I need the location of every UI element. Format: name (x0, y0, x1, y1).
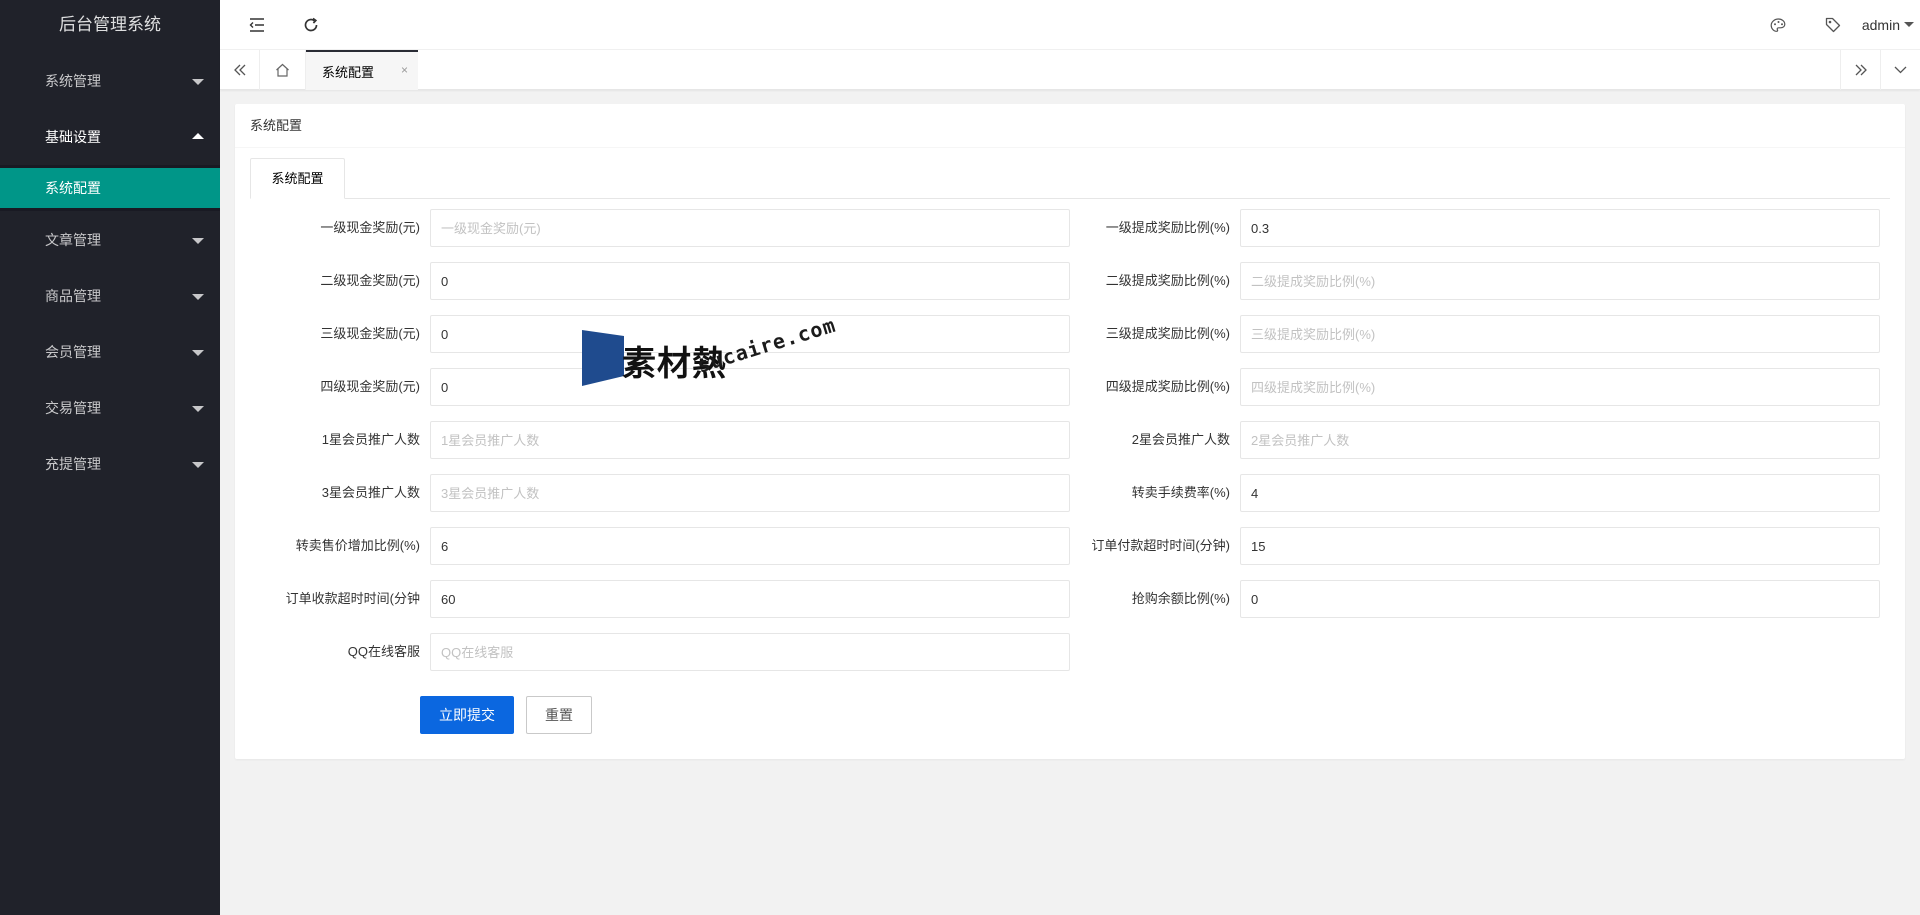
order-receipt-timeout-input[interactable] (430, 580, 1070, 618)
form-row: QQ在线客服 (235, 633, 1905, 671)
menu-fold-icon[interactable] (234, 0, 280, 50)
reset-button[interactable]: 重置 (526, 696, 592, 734)
order-payment-timeout-input[interactable] (1240, 527, 1880, 565)
level1-cash-reward-input[interactable] (430, 209, 1070, 247)
level4-commission-rate-input[interactable] (1240, 368, 1880, 406)
refresh-icon[interactable] (288, 0, 334, 50)
sidebar-submenu: 系统配置 (0, 165, 220, 211)
home-icon[interactable] (260, 50, 306, 90)
config-card: 系统配置 系统配置 一级现金奖励(元) 一级提成奖励比例(%) 二级现金奖励(元… (235, 104, 1905, 759)
level2-cash-reward-input[interactable] (430, 262, 1070, 300)
qq-support-input[interactable] (430, 633, 1070, 671)
field-label: 订单付款超时时间(分钟) (1091, 538, 1230, 553)
sidebar-item-label: 会员管理 (45, 344, 101, 360)
field-label: 2星会员推广人数 (1131, 432, 1230, 447)
star1-referral-count-input[interactable] (430, 421, 1070, 459)
sidebar-nav: 系统管理 基础设置 系统配置 文章管理 商品管理 会员管理 交易管理 充提管理 (0, 49, 220, 492)
star3-referral-count-input[interactable] (430, 474, 1070, 512)
close-icon[interactable]: × (401, 63, 408, 77)
sidebar-item-system[interactable]: 系统管理 (0, 53, 220, 109)
form-row: 二级现金奖励(元) 二级提成奖励比例(%) (235, 262, 1905, 300)
field-label: 1星会员推广人数 (321, 432, 420, 447)
caret-down-icon (192, 462, 204, 468)
sidebar-item-label: 基础设置 (45, 129, 101, 145)
field-label: QQ在线客服 (347, 644, 420, 659)
user-name: admin (1861, 17, 1900, 33)
field-label: 转卖售价增加比例(%) (295, 538, 420, 553)
chevron-down-icon[interactable] (1880, 50, 1920, 90)
caret-down-icon (192, 350, 204, 356)
sidebar-item-label: 充提管理 (45, 456, 101, 472)
page-tabs-bar: 系统配置 × (220, 50, 1920, 90)
form-row: 转卖售价增加比例(%) 订单付款超时时间(分钟) (235, 527, 1905, 565)
field-label: 三级提成奖励比例(%) (1105, 326, 1230, 341)
caret-up-icon (192, 133, 204, 139)
tab-system-config[interactable]: 系统配置 × (306, 50, 418, 90)
caret-down-icon (192, 406, 204, 412)
card-title: 系统配置 (235, 104, 1905, 148)
sidebar-item-deposit-withdraw[interactable]: 充提管理 (0, 436, 220, 492)
field-label: 一级现金奖励(元) (320, 220, 420, 235)
caret-down-icon (1904, 22, 1914, 27)
sidebar-item-transactions[interactable]: 交易管理 (0, 380, 220, 436)
form-row: 3星会员推广人数 转卖手续费率(%) (235, 474, 1905, 512)
field-label: 订单收款超时时间(分钟 (285, 591, 420, 606)
tag-icon[interactable] (1810, 0, 1856, 50)
sidebar-item-label: 系统管理 (45, 73, 101, 89)
level3-commission-rate-input[interactable] (1240, 315, 1880, 353)
caret-down-icon (192, 79, 204, 85)
field-label: 三级现金奖励(元) (320, 326, 420, 341)
sidebar-item-articles[interactable]: 文章管理 (0, 212, 220, 268)
form-row: 1星会员推广人数 2星会员推广人数 (235, 421, 1905, 459)
theme-palette-icon[interactable] (1755, 0, 1801, 50)
field-label: 3星会员推广人数 (321, 485, 420, 500)
resale-price-increase-input[interactable] (430, 527, 1070, 565)
form-row: 三级现金奖励(元) 三级提成奖励比例(%) (235, 315, 1905, 353)
field-label: 抢购余额比例(%) (1131, 591, 1230, 606)
sidebar-item-products[interactable]: 商品管理 (0, 268, 220, 324)
top-header: admin (220, 0, 1920, 50)
tab-system-config-form[interactable]: 系统配置 (250, 158, 345, 199)
caret-down-icon (192, 238, 204, 244)
sidebar-item-basic-settings[interactable]: 基础设置 (0, 109, 220, 165)
field-label: 一级提成奖励比例(%) (1105, 220, 1230, 235)
sidebar-item-label: 商品管理 (45, 288, 101, 304)
sidebar: 后台管理系统 系统管理 基础设置 系统配置 文章管理 商品管理 会员管理 交易管… (0, 0, 220, 915)
tab-label: 系统配置 (322, 64, 375, 80)
form-actions: 立即提交 重置 (235, 696, 1905, 734)
scroll-left-icon[interactable] (220, 50, 260, 90)
field-label: 二级提成奖励比例(%) (1105, 273, 1230, 288)
form-row: 订单收款超时时间(分钟 抢购余额比例(%) (235, 580, 1905, 618)
field-label: 四级现金奖励(元) (320, 379, 420, 394)
card-tab-strip: 系统配置 (250, 158, 1890, 199)
level1-commission-rate-input[interactable] (1240, 209, 1880, 247)
field-label: 二级现金奖励(元) (320, 273, 420, 288)
field-label: 转卖手续费率(%) (1131, 485, 1230, 500)
level3-cash-reward-input[interactable] (430, 315, 1070, 353)
sidebar-subitem-system-config[interactable]: 系统配置 (0, 168, 220, 208)
caret-down-icon (192, 294, 204, 300)
app-logo-title: 后台管理系统 (0, 0, 220, 49)
form-row: 四级现金奖励(元) 四级提成奖励比例(%) (235, 368, 1905, 406)
submit-button[interactable]: 立即提交 (420, 696, 514, 734)
level4-cash-reward-input[interactable] (430, 368, 1070, 406)
sidebar-item-members[interactable]: 会员管理 (0, 324, 220, 380)
resale-fee-rate-input[interactable] (1240, 474, 1880, 512)
sidebar-item-label: 交易管理 (45, 400, 101, 416)
user-menu[interactable]: admin (1862, 0, 1914, 50)
field-label: 四级提成奖励比例(%) (1105, 379, 1230, 394)
flash-sale-balance-rate-input[interactable] (1240, 580, 1880, 618)
scroll-right-icon[interactable] (1840, 50, 1880, 90)
sidebar-item-label: 文章管理 (45, 232, 101, 248)
star2-referral-count-input[interactable] (1240, 421, 1880, 459)
form-row: 一级现金奖励(元) 一级提成奖励比例(%) (235, 209, 1905, 247)
level2-commission-rate-input[interactable] (1240, 262, 1880, 300)
